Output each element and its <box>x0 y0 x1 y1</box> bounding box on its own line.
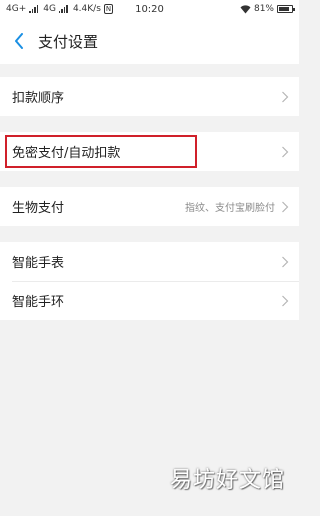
smart-watch-label: 智能手表 <box>12 256 65 271</box>
chevron-right-icon <box>282 295 289 306</box>
settings-group-3: 生物支付 指纹、支付宝刷脸付 <box>0 187 299 226</box>
signal-icon-2 <box>58 5 68 13</box>
nav-bar: 支付设置 <box>0 18 299 64</box>
watermark: 易坊好文馆 <box>169 468 285 493</box>
chevron-right-icon <box>282 201 289 212</box>
smart-band-label: 智能手环 <box>12 295 65 310</box>
password-free-payment-label: 免密支付/自动扣款 <box>12 146 121 161</box>
status-bar: 4G+ 4G 4.4K/s N 10:20 81% <box>0 0 299 18</box>
password-free-payment-item[interactable]: 免密支付/自动扣款 <box>0 132 299 171</box>
wifi-icon <box>240 4 251 13</box>
status-time: 10:20 <box>135 3 164 15</box>
settings-group-1: 扣款顺序 <box>0 77 299 116</box>
chevron-right-icon <box>282 146 289 157</box>
smart-band-item[interactable]: 智能手环 <box>0 281 299 320</box>
biometric-payment-label: 生物支付 <box>12 201 65 216</box>
nfc-icon: N <box>103 4 114 14</box>
signal-label-2: 4G <box>43 4 56 14</box>
biometric-payment-value: 指纹、支付宝刷脸付 <box>185 203 275 214</box>
signal-label-1: 4G+ <box>6 4 27 14</box>
deduction-order-item[interactable]: 扣款顺序 <box>0 77 299 116</box>
settings-group-4: 智能手表 智能手环 <box>0 242 299 320</box>
page-title: 支付设置 <box>38 32 99 51</box>
chevron-right-icon <box>282 91 289 102</box>
settings-group-2: 免密支付/自动扣款 <box>0 132 299 171</box>
chevron-right-icon <box>282 256 289 267</box>
smart-watch-item[interactable]: 智能手表 <box>0 242 299 281</box>
status-right: 81% <box>240 4 295 14</box>
back-arrow-icon[interactable] <box>10 32 28 50</box>
net-speed: 4.4K/s <box>72 4 101 14</box>
battery-percent: 81% <box>253 4 274 14</box>
biometric-payment-item[interactable]: 生物支付 指纹、支付宝刷脸付 <box>0 187 299 226</box>
battery-icon <box>277 5 295 13</box>
status-left: 4G+ 4G 4.4K/s N <box>6 4 114 14</box>
signal-icon <box>29 5 39 13</box>
battery-fill <box>279 7 289 11</box>
deduction-order-label: 扣款顺序 <box>12 91 65 106</box>
